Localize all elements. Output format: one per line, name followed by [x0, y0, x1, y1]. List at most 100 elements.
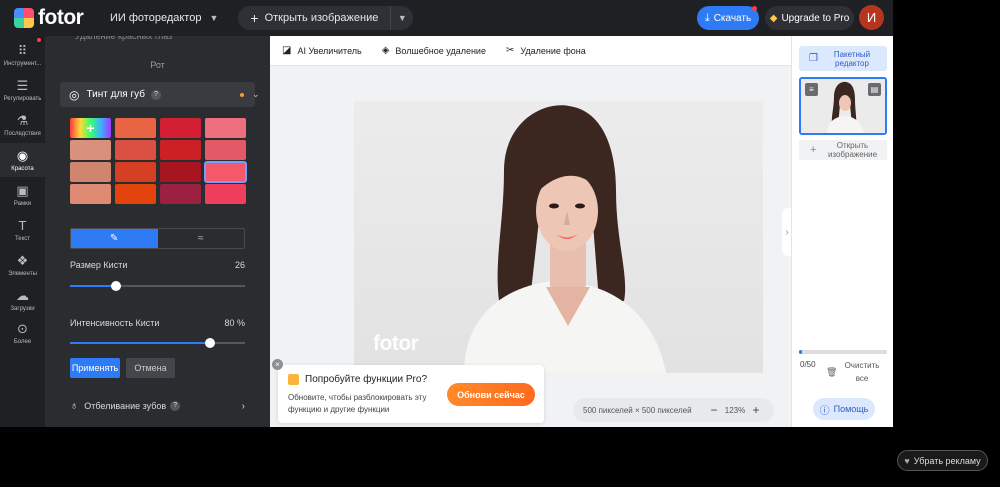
app-window: fotor ИИ фотоpедактор ▼ + Открыть изобра…: [0, 0, 1000, 487]
help-icon[interactable]: ?: [150, 89, 161, 100]
layers-icon[interactable]: ≡: [805, 83, 818, 96]
elements-icon: ❖: [16, 252, 29, 268]
eraser-mode-button[interactable]: ≈: [158, 229, 245, 248]
user-avatar[interactable]: И: [859, 5, 884, 30]
fotor-watermark: fotor: [373, 332, 419, 355]
rail-item-text[interactable]: T Текст: [0, 213, 45, 247]
apply-button[interactable]: Применять: [70, 358, 120, 378]
rail-item-label: Инструмент...: [3, 60, 42, 67]
zoom-out-button[interactable]: −: [707, 403, 721, 417]
promo-close-button[interactable]: ×: [272, 359, 283, 370]
color-swatch[interactable]: [70, 162, 111, 182]
open-image-small-button[interactable]: + Открыть изображение: [799, 140, 887, 160]
color-swatch[interactable]: [160, 162, 201, 182]
right-panel: ❐ Пакетный редактор ≡ ▤ + Открыть изобра…: [791, 36, 893, 427]
color-swatch[interactable]: [160, 118, 201, 138]
chevron-right-icon: ›: [785, 226, 789, 238]
rail-item-frames[interactable]: ▣ Рамки: [0, 178, 45, 212]
color-swatch[interactable]: [205, 184, 246, 204]
text-icon: T: [18, 217, 27, 233]
teeth-whitening-row[interactable]: ♁ Отбеливание зубов ? ›: [70, 398, 245, 414]
close-icon: ×: [275, 360, 280, 369]
color-swatch[interactable]: [115, 140, 156, 160]
slider-thumb[interactable]: [111, 281, 121, 291]
pro-gem-icon: [288, 374, 299, 385]
color-swatch[interactable]: [70, 140, 111, 160]
open-image-button[interactable]: + Открыть изображение: [238, 6, 392, 30]
rail-item-uploads[interactable]: ☁ Загрузки: [0, 283, 45, 317]
batch-progress-bar: [799, 350, 887, 354]
rail-item-more[interactable]: ⊙ Более: [0, 316, 45, 350]
custom-color-picker[interactable]: +: [70, 118, 111, 138]
remove-ads-button[interactable]: ♥ Убрать рекламу: [897, 450, 988, 471]
color-swatch[interactable]: [115, 184, 156, 204]
clear-all-button[interactable]: Очистить все: [842, 359, 882, 385]
background-remover-tool[interactable]: ✂ Удаление фона: [506, 45, 586, 56]
magic-eraser-tool[interactable]: ◈ Волшебное удаление: [382, 45, 486, 56]
rail-item-label: Текст: [14, 235, 31, 242]
rail-item-tools[interactable]: ⠿ Инструмент...: [0, 38, 45, 72]
zoom-bar: 500 пикселей × 500 пикселей − 123% +: [573, 398, 774, 422]
promo-title-row: Попробуйте функции Pro?: [288, 374, 427, 385]
rail-item-label: Последствия: [4, 130, 41, 137]
trash-icon[interactable]: 🗑: [826, 367, 837, 378]
edited-photo[interactable]: fotor: [354, 101, 763, 373]
logo-text: fotor: [38, 6, 84, 29]
help-label: Помощь: [833, 404, 869, 414]
color-swatch[interactable]: [205, 140, 246, 160]
color-swatch[interactable]: [204, 161, 247, 183]
trash-icon[interactable]: ▤: [868, 83, 881, 96]
color-swatch[interactable]: [205, 118, 246, 138]
download-icon: ⤓: [704, 11, 710, 24]
diamond-icon: ◆: [769, 12, 778, 24]
upgrade-button[interactable]: ◆ Upgrade to Pro: [765, 6, 854, 30]
color-swatch[interactable]: [115, 162, 156, 182]
slider-fill: [70, 342, 210, 344]
brush-size-slider[interactable]: [70, 281, 245, 291]
lip-tint-label: Тинт для губ: [86, 89, 145, 100]
grid-icon: ⠿: [17, 42, 28, 58]
rail-item-label: Более: [13, 338, 32, 345]
ai-upscaler-tool[interactable]: ◪ AI Увеличитель: [282, 45, 362, 56]
rail-item-label: Регулировать: [3, 95, 42, 102]
cancel-button[interactable]: Отмена: [126, 358, 175, 378]
rail-item-label: Красота: [11, 165, 34, 172]
tool-label: Волшебное удаление: [395, 45, 486, 56]
help-icon[interactable]: ?: [170, 401, 181, 411]
progress-fill: [799, 350, 802, 354]
open-image-dropdown[interactable]: ▼: [391, 13, 413, 23]
chevron-right-icon: ›: [241, 400, 245, 412]
download-button[interactable]: ⤓ Скачать: [697, 6, 759, 30]
color-swatch[interactable]: [115, 118, 156, 138]
eye-icon[interactable]: ◎: [69, 88, 79, 102]
slider-fill: [70, 285, 116, 287]
brush-size-row: Размер Кисти 26: [70, 260, 245, 270]
upgrade-now-button[interactable]: Обнови сейчас: [447, 383, 535, 406]
rail-item-elements[interactable]: ❖ Элементы: [0, 248, 45, 282]
color-swatch[interactable]: [160, 184, 201, 204]
ai-editor-dropdown[interactable]: ИИ фотоpедактор ▼: [104, 6, 224, 30]
open-image-small-label: Открыть изображение: [827, 141, 878, 159]
brush-size-label: Размер Кисти: [70, 260, 128, 270]
slider-thumb[interactable]: [205, 338, 215, 348]
zoom-level[interactable]: 123%: [721, 406, 749, 415]
intensity-label: Интенсивность Кисти: [70, 318, 160, 328]
color-swatch[interactable]: [160, 140, 201, 160]
fotor-logo[interactable]: fotor: [14, 6, 94, 30]
zoom-in-button[interactable]: +: [749, 403, 763, 417]
rail-item-effects[interactable]: ⚗ Последствия: [0, 108, 45, 142]
open-image-label: Открыть изображение: [264, 12, 379, 24]
batch-editor-button[interactable]: ❐ Пакетный редактор: [799, 46, 887, 71]
help-button[interactable]: ⓘ Помощь: [813, 398, 875, 420]
brush-mode-button[interactable]: ✎: [71, 229, 158, 248]
lip-tint-header[interactable]: ◎ Тинт для губ ? ⌄: [60, 82, 260, 107]
color-swatch[interactable]: [70, 184, 111, 204]
rail-item-label: Рамки: [13, 200, 32, 207]
scissors-icon: ✂: [505, 45, 515, 56]
rail-item-beauty[interactable]: ◉ Красота: [0, 143, 45, 177]
rail-item-adjust[interactable]: ☰ Регулировать: [0, 73, 45, 107]
pro-promo-card: Попробуйте функции Pro? Обновите, чтобы …: [278, 365, 544, 423]
intensity-slider[interactable]: [70, 338, 245, 348]
image-thumbnail[interactable]: ≡ ▤: [799, 77, 887, 135]
image-count: 0/50: [800, 360, 816, 369]
